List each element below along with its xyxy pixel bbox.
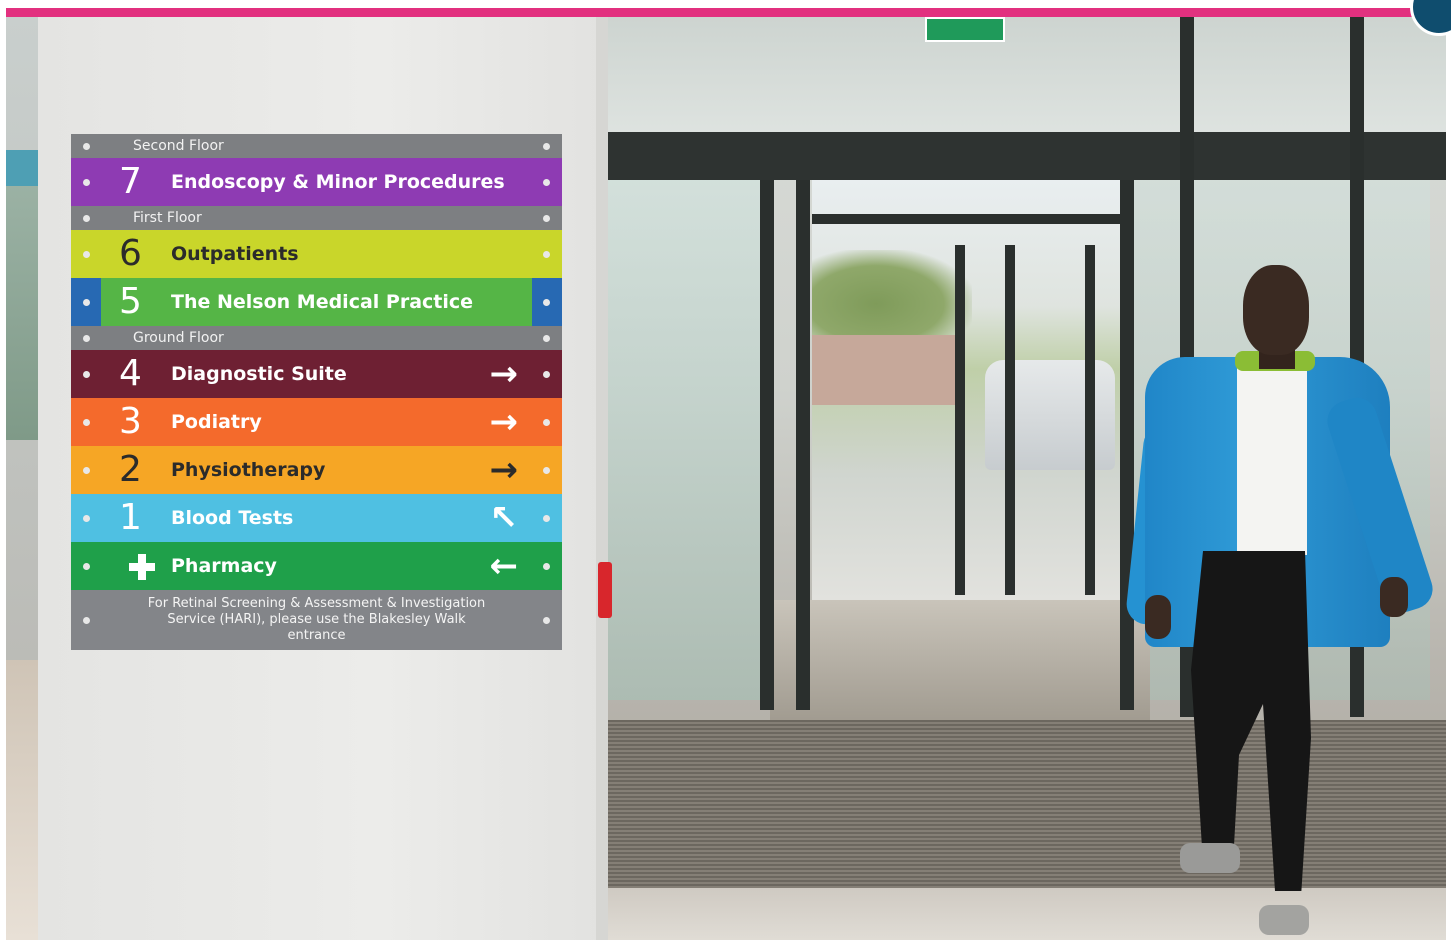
- directory-sign: Second Floor 7 Endoscopy & Minor Procedu…: [71, 134, 562, 650]
- department-row: 3 Podiatry →: [71, 398, 562, 446]
- department-row: Pharmacy ←: [71, 542, 562, 590]
- door-frame: [760, 180, 774, 710]
- floor-header: First Floor: [71, 206, 562, 230]
- door-frame: [1085, 245, 1095, 595]
- arrow-right-icon: →: [489, 450, 519, 490]
- department-row: 2 Physiotherapy →: [71, 446, 562, 494]
- arrow-left-icon: ←: [489, 546, 519, 586]
- department-row: 7 Endoscopy & Minor Procedures: [71, 158, 562, 206]
- pharmacy-cross-icon: [129, 554, 155, 580]
- arrow-right-icon: →: [489, 354, 519, 394]
- department-row: 6 Outpatients: [71, 230, 562, 278]
- man-walking: [1124, 265, 1438, 940]
- left-blue-sign: [6, 150, 40, 186]
- hospital-entrance-photo: Second Floor 7 Endoscopy & Minor Procedu…: [0, 0, 1451, 940]
- entrance-floor: [770, 600, 1150, 725]
- ceiling: [606, 17, 1446, 142]
- door-frame: [796, 180, 810, 710]
- door-frame: [955, 245, 965, 595]
- door-transom: [606, 132, 1446, 180]
- trees: [812, 250, 972, 340]
- department-row: 4 Diagnostic Suite →: [71, 350, 562, 398]
- glass-panel-left: [606, 180, 766, 700]
- head: [1243, 265, 1309, 355]
- door-frame: [812, 214, 1130, 224]
- accent-bar: [6, 8, 1416, 17]
- exit-sign-icon: [925, 17, 1005, 42]
- white-shirt: [1237, 355, 1307, 555]
- department-row: 1 Blood Tests ↖: [71, 494, 562, 542]
- floor-header: Second Floor: [71, 134, 562, 158]
- entrance-note: For Retinal Screening & Assessment & Inv…: [71, 590, 562, 650]
- red-door-handle: [598, 562, 612, 618]
- floor-header: Ground Floor: [71, 326, 562, 350]
- door-frame: [1120, 180, 1134, 710]
- arrow-right-icon: →: [489, 402, 519, 442]
- door-frame: [1005, 245, 1015, 595]
- trousers: [1191, 551, 1311, 891]
- brick-wall: [812, 335, 962, 405]
- arrow-up-left-icon: ↖: [489, 498, 519, 538]
- left-window: [6, 150, 40, 440]
- department-row: 5 The Nelson Medical Practice: [71, 278, 562, 326]
